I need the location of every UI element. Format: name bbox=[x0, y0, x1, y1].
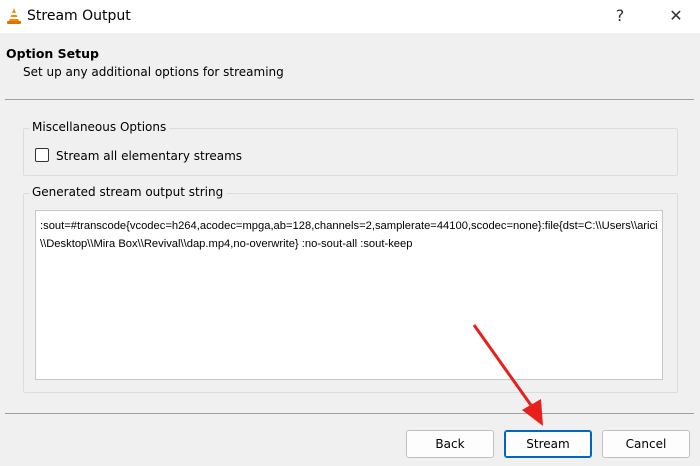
output-string-textarea[interactable]: :sout=#transcode{vcodec=h264,acodec=mpga… bbox=[35, 210, 663, 380]
footer-divider bbox=[5, 413, 694, 414]
misc-options-legend: Miscellaneous Options bbox=[29, 120, 170, 134]
close-button[interactable]: ✕ bbox=[656, 4, 696, 28]
vlc-logo-icon bbox=[7, 8, 21, 24]
page-subtitle: Set up any additional options for stream… bbox=[23, 65, 284, 79]
help-button[interactable]: ? bbox=[600, 4, 640, 28]
output-string-legend: Generated stream output string bbox=[29, 185, 227, 199]
stream-all-label[interactable]: Stream all elementary streams bbox=[56, 149, 242, 163]
header-divider bbox=[5, 99, 694, 100]
cancel-button[interactable]: Cancel bbox=[602, 430, 690, 458]
back-button[interactable]: Back bbox=[406, 430, 494, 458]
stream-all-checkbox[interactable] bbox=[35, 148, 49, 162]
window-title: Stream Output bbox=[27, 8, 131, 24]
page-title: Option Setup bbox=[6, 46, 99, 61]
stream-button[interactable]: Stream bbox=[504, 430, 592, 458]
